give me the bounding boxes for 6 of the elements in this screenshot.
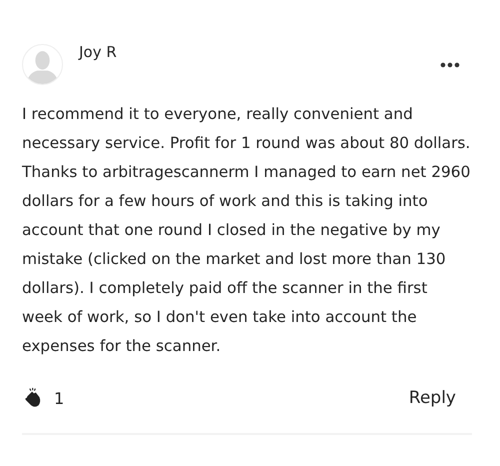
avatar-icon xyxy=(22,44,63,85)
more-icon[interactable] xyxy=(440,62,460,68)
clap-count: 1 xyxy=(54,388,64,408)
reply-button[interactable]: Reply xyxy=(408,388,456,408)
comment-text: I recommend it to everyone, really convenient and necessary service. Profit for 1 round was about 80 dollars. Thanks to arbitragescannerm I managed to earn net 2960 dollars for a few hours of work and this is taking into account that one round I closed in the negative by my mistake (clicked on the market and lost more than 130 dollars). I completely paid off the scanner in the first week of work, so I don't even take into account the expenses for the scanner. xyxy=(22,104,472,357)
author-name: Joy R xyxy=(79,43,117,61)
